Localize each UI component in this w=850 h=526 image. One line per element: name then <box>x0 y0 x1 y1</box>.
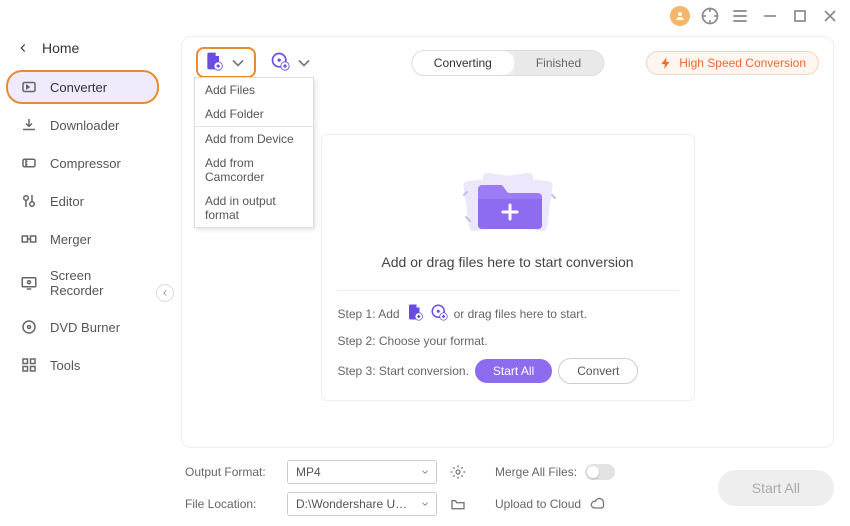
upload-cloud-label: Upload to Cloud <box>495 497 581 511</box>
sidebar-item-dvd-burner[interactable]: DVD Burner <box>8 310 157 344</box>
dd-add-files[interactable]: Add Files <box>195 78 313 102</box>
dd-add-device[interactable]: Add from Device <box>195 127 313 151</box>
sidebar-item-label: Merger <box>50 232 91 247</box>
output-format-select[interactable]: MP4 <box>287 460 437 484</box>
sidebar-item-label: Screen Recorder <box>50 268 145 298</box>
sidebar-item-label: Downloader <box>50 118 119 133</box>
merger-icon <box>20 230 38 248</box>
high-speed-badge[interactable]: High Speed Conversion <box>646 51 819 75</box>
dd-add-folder[interactable]: Add Folder <box>195 102 313 126</box>
screen-recorder-icon <box>20 274 38 292</box>
dvd-burner-icon <box>20 318 38 336</box>
home-nav[interactable]: Home <box>8 36 157 70</box>
dd-add-camcorder[interactable]: Add from Camcorder <box>195 151 313 189</box>
close-button[interactable] <box>820 6 840 26</box>
add-dvd-dropdown-button[interactable] <box>270 51 314 74</box>
tools-icon <box>20 356 38 374</box>
step-1: Step 1: Add or drag files here to start. <box>338 303 678 324</box>
high-speed-label: High Speed Conversion <box>679 56 806 70</box>
drop-title: Add or drag files here to start conversi… <box>381 254 633 270</box>
add-dvd-icon <box>270 51 290 74</box>
add-file-icon <box>204 51 224 74</box>
menu-icon[interactable] <box>730 6 750 26</box>
add-dropdown-menu: Add Files Add Folder Add from Device Add… <box>194 77 314 228</box>
converter-icon <box>20 78 38 96</box>
tab-finished[interactable]: Finished <box>514 51 603 75</box>
sidebar-item-label: Compressor <box>50 156 121 171</box>
step-3: Step 3: Start conversion. Start All Conv… <box>338 358 678 384</box>
segmented-control: Converting Finished <box>411 50 604 76</box>
output-format-value: MP4 <box>296 465 321 479</box>
step3-text: Step 3: Start conversion. <box>338 364 469 378</box>
minimize-button[interactable] <box>760 6 780 26</box>
step1-text-b: or drag files here to start. <box>454 307 587 321</box>
user-avatar[interactable] <box>670 6 690 26</box>
maximize-button[interactable] <box>790 6 810 26</box>
content-card: Add Files Add Folder Add from Device Add… <box>181 36 834 448</box>
step1-text-a: Step 1: Add <box>338 307 400 321</box>
tab-converting[interactable]: Converting <box>412 51 514 75</box>
titlebar <box>0 0 850 32</box>
compressor-icon <box>20 154 38 172</box>
merge-label: Merge All Files: <box>495 465 577 479</box>
drop-area[interactable]: Add or drag files here to start conversi… <box>321 134 695 401</box>
chevron-down-icon <box>294 53 314 73</box>
folder-open-icon[interactable] <box>449 495 467 513</box>
chevron-down-icon <box>420 467 430 477</box>
sidebar: Home Converter Downloader Compressor Edi… <box>0 32 165 526</box>
cloud-icon[interactable] <box>589 495 607 513</box>
sidebar-item-merger[interactable]: Merger <box>8 222 157 256</box>
sidebar-item-converter[interactable]: Converter <box>6 70 159 104</box>
convert-small-button[interactable]: Convert <box>558 358 638 384</box>
add-files-dropdown-button[interactable] <box>196 47 256 78</box>
folder-illustration <box>448 155 568 240</box>
file-location-value: D:\Wondershare UniConverter 1 <box>296 497 411 511</box>
toolbar: Add Files Add Folder Add from Device Add… <box>196 47 819 78</box>
editor-icon <box>20 192 38 210</box>
file-location-label: File Location: <box>185 497 275 511</box>
start-all-button[interactable]: Start All <box>718 470 834 506</box>
start-all-small-button[interactable]: Start All <box>475 359 552 383</box>
sidebar-item-label: DVD Burner <box>50 320 120 335</box>
add-dvd-icon[interactable] <box>430 303 448 324</box>
support-icon[interactable] <box>700 6 720 26</box>
sidebar-item-editor[interactable]: Editor <box>8 184 157 218</box>
chevron-down-icon <box>228 53 248 73</box>
step-2: Step 2: Choose your format. <box>338 334 678 348</box>
downloader-icon <box>20 116 38 134</box>
settings-icon[interactable] <box>449 463 467 481</box>
sidebar-item-label: Converter <box>50 80 107 95</box>
add-file-icon[interactable] <box>406 303 424 324</box>
step2-text: Step 2: Choose your format. <box>338 334 488 348</box>
sidebar-item-label: Tools <box>50 358 80 373</box>
chevron-down-icon <box>420 499 430 509</box>
dd-add-output[interactable]: Add in output format <box>195 189 313 227</box>
sidebar-item-compressor[interactable]: Compressor <box>8 146 157 180</box>
main-panel: Add Files Add Folder Add from Device Add… <box>165 32 850 526</box>
output-format-label: Output Format: <box>185 465 275 479</box>
sidebar-item-downloader[interactable]: Downloader <box>8 108 157 142</box>
sidebar-item-tools[interactable]: Tools <box>8 348 157 382</box>
sidebar-item-label: Editor <box>50 194 84 209</box>
file-location-select[interactable]: D:\Wondershare UniConverter 1 <box>287 492 437 516</box>
sidebar-item-screen-recorder[interactable]: Screen Recorder <box>8 260 157 306</box>
merge-toggle[interactable] <box>585 464 615 480</box>
steps: Step 1: Add or drag files here to start.… <box>338 290 678 384</box>
home-label: Home <box>42 40 79 56</box>
lightning-icon <box>659 56 673 70</box>
